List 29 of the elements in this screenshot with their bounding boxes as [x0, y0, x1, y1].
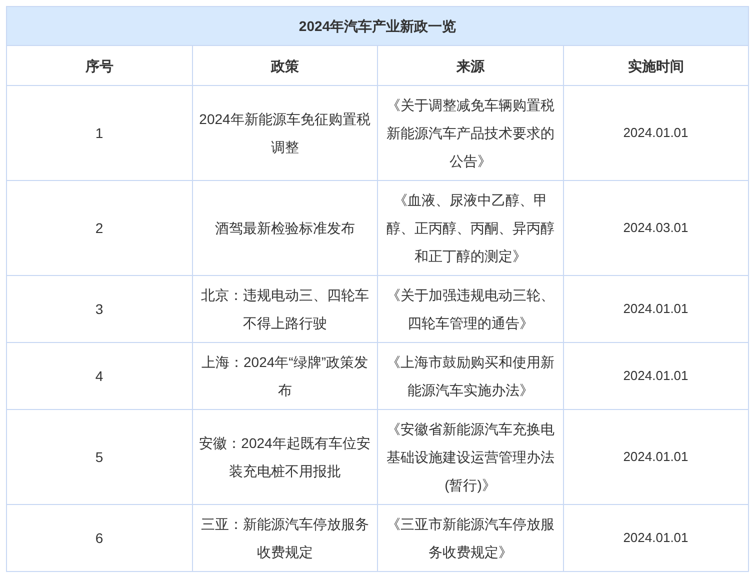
table-cell: 2024.01.01: [563, 410, 748, 504]
table-cell: 《上海市鼓励购买和使用新能源汽车实施办法》: [378, 342, 563, 410]
column-header: 来源: [378, 46, 563, 86]
table-cell: 《安徽省新能源汽车充换电基础设施建设运营管理办法(暂行)》: [378, 410, 563, 504]
table-cell: 2024年新能源车免征购置税调整: [192, 86, 378, 180]
table-cell: 《血液、尿液中乙醇、甲醇、正丙醇、丙酮、异丙醇和正丁醇的测定》: [378, 180, 563, 276]
table-cell: 2: [6, 180, 192, 276]
table-cell: 6: [6, 504, 192, 572]
table-cell: 2024.01.01: [563, 86, 748, 180]
table-cell: 1: [6, 86, 192, 180]
table-cell: 3: [6, 276, 192, 342]
table-cell: 上海：2024年“绿牌”政策发布: [192, 342, 378, 410]
table-cell: 2024.03.01: [563, 180, 748, 276]
table-cell: 酒驾最新检验标准发布: [192, 180, 378, 276]
table-cell: 《关于加强违规电动三轮、四轮车管理的通告》: [378, 276, 563, 342]
table-cell: 2024.01.01: [563, 504, 748, 572]
column-header: 政策: [192, 46, 378, 86]
table-cell: 2024.01.01: [563, 342, 748, 410]
table-cell: 安徽：2024年起既有车位安装充电桩不用报批: [192, 410, 378, 504]
column-header: 实施时间: [563, 46, 748, 86]
table-cell: 《三亚市新能源汽车停放服务收费规定》: [378, 504, 563, 572]
column-header: 序号: [6, 46, 192, 86]
table-cell: 2024.01.01: [563, 276, 748, 342]
table-cell: 5: [6, 410, 192, 504]
table-title: 2024年汽车产业新政一览: [6, 6, 748, 46]
table-cell: 《关于调整减免车辆购置税新能源汽车产品技术要求的公告》: [378, 86, 563, 180]
table-cell: 三亚：新能源汽车停放服务收费规定: [192, 504, 378, 572]
table-cell: 北京：违规电动三、四轮车不得上路行驶: [192, 276, 378, 342]
table-cell: 4: [6, 342, 192, 410]
